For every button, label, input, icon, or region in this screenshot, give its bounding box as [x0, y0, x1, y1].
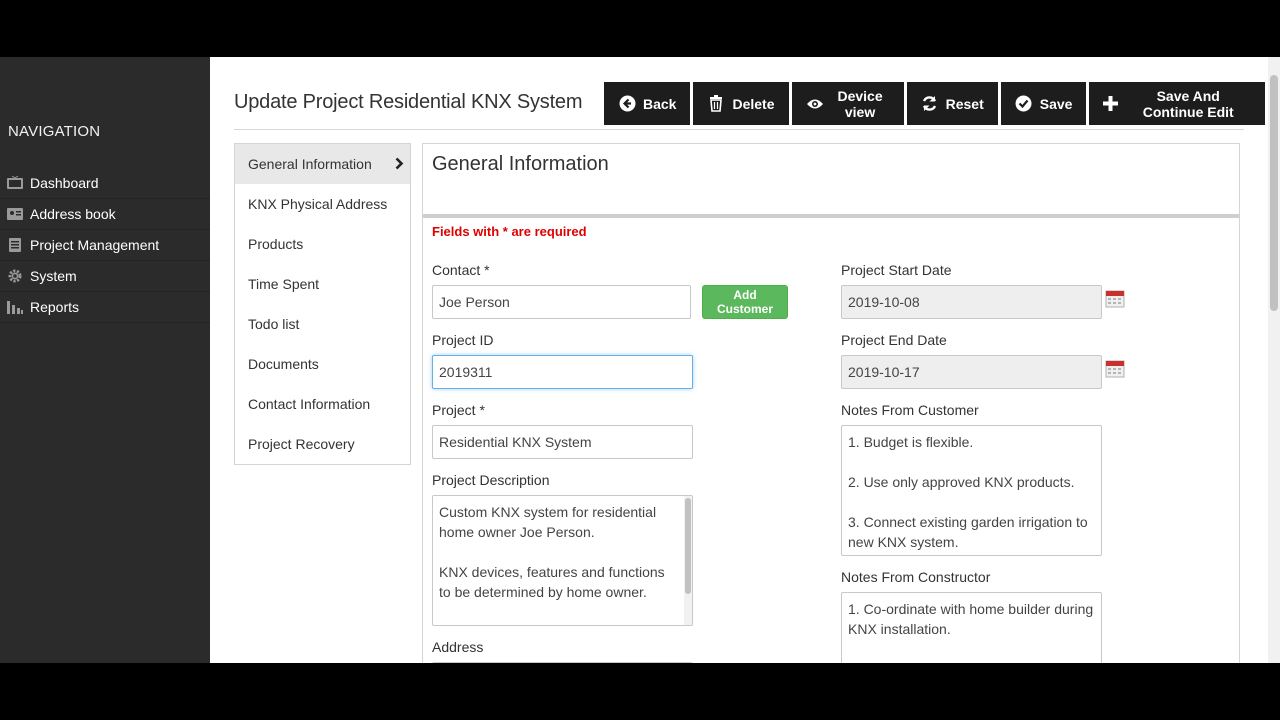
start-date-label: Project Start Date — [841, 262, 952, 278]
page-scrollbar-thumb[interactable] — [1270, 75, 1278, 311]
project-description-label: Project Description — [432, 472, 550, 488]
contact-input[interactable] — [432, 285, 691, 319]
sidebar-item-label: Dashboard — [30, 175, 99, 191]
sidebar-item-project-management[interactable]: Project Management — [0, 230, 210, 261]
toolbar: Back Delete Device view Reset Save Save … — [604, 82, 1268, 125]
delete-button[interactable]: Delete — [693, 82, 789, 125]
description-scrollbar-thumb[interactable] — [685, 498, 691, 594]
sidebar: NAVIGATION Dashboard Address book Projec… — [0, 57, 210, 663]
nav-list: Dashboard Address book Project Managemen… — [0, 168, 210, 323]
sidebar-item-label: Project Management — [30, 237, 160, 253]
bar-chart-icon — [5, 299, 25, 315]
address-book-icon — [5, 206, 25, 222]
check-circle-icon — [1015, 95, 1033, 113]
back-button[interactable]: Back — [604, 82, 691, 125]
project-id-input[interactable] — [432, 355, 693, 389]
sidebar-item-address-book[interactable]: Address book — [0, 199, 210, 230]
main-content: Update Project Residential KNX System Ba… — [210, 57, 1268, 663]
sidebar-item-system[interactable]: System — [0, 261, 210, 292]
notes-customer-textarea[interactable]: 1. Budget is flexible. 2. Use only appro… — [841, 425, 1102, 556]
end-date-label: Project End Date — [841, 332, 947, 348]
sidebar-item-label: Address book — [30, 206, 116, 222]
letterbox-top — [0, 0, 1280, 57]
tab-contact-information[interactable]: Contact Information — [235, 384, 410, 424]
contact-label: Contact * — [432, 262, 490, 278]
device-view-button[interactable]: Device view — [791, 82, 904, 125]
chevron-right-icon — [395, 157, 404, 173]
back-arrow-icon — [618, 95, 636, 113]
end-date-input[interactable] — [841, 355, 1102, 389]
tab-knx-physical-address[interactable]: KNX Physical Address — [235, 184, 410, 224]
trash-icon — [707, 95, 725, 113]
address-label: Address — [432, 639, 484, 655]
tv-icon — [5, 175, 25, 191]
sidebar-item-dashboard[interactable]: Dashboard — [0, 168, 210, 199]
project-input[interactable] — [432, 425, 693, 459]
notes-customer-label: Notes From Customer — [841, 402, 979, 418]
letterbox-bottom — [0, 663, 1280, 720]
tab-time-spent[interactable]: Time Spent — [235, 264, 410, 304]
notes-constructor-textarea[interactable]: 1. Co-ordinate with home builder during … — [841, 592, 1102, 663]
gear-icon — [5, 268, 25, 284]
panel-title: General Information — [432, 153, 609, 175]
general-information-panel: General Information Fields with * are re… — [422, 143, 1240, 663]
project-label: Project * — [432, 402, 485, 418]
plus-icon — [1103, 95, 1119, 113]
project-id-label: Project ID — [432, 332, 494, 348]
calendar-icon[interactable] — [1105, 358, 1125, 378]
refresh-icon — [921, 95, 939, 113]
save-and-continue-button[interactable]: Save And Continue Edit — [1089, 82, 1265, 125]
clipboard-icon — [5, 237, 25, 253]
tab-project-recovery[interactable]: Project Recovery — [235, 424, 410, 464]
tab-todo-list[interactable]: Todo list — [235, 304, 410, 344]
add-customer-button[interactable]: Add Customer — [702, 285, 788, 319]
sidebar-item-label: Reports — [30, 299, 80, 315]
reset-button[interactable]: Reset — [906, 82, 998, 125]
sidebar-item-reports[interactable]: Reports — [0, 292, 210, 323]
tab-general-information[interactable]: General Information — [235, 144, 410, 184]
eye-icon — [806, 95, 824, 113]
page-scrollbar[interactable] — [1268, 57, 1280, 663]
save-button[interactable]: Save — [1000, 82, 1087, 125]
panel-divider — [423, 214, 1239, 218]
notes-constructor-label: Notes From Constructor — [841, 569, 991, 585]
tab-documents[interactable]: Documents — [235, 344, 410, 384]
navigation-title: NAVIGATION — [8, 123, 101, 140]
page-title: Update Project Residential KNX System — [234, 91, 583, 113]
calendar-icon[interactable] — [1105, 288, 1125, 308]
description-scrollbar[interactable] — [684, 496, 692, 625]
title-divider — [234, 129, 1244, 130]
section-tabs: General Information KNX Physical Address… — [234, 143, 411, 465]
start-date-input[interactable] — [841, 285, 1102, 319]
app-window: NAVIGATION Dashboard Address book Projec… — [0, 57, 1280, 663]
project-description-textarea[interactable]: Custom KNX system for residential home o… — [432, 495, 693, 626]
tab-products[interactable]: Products — [235, 224, 410, 264]
required-fields-note: Fields with * are required — [432, 224, 587, 239]
sidebar-item-label: System — [30, 268, 77, 284]
